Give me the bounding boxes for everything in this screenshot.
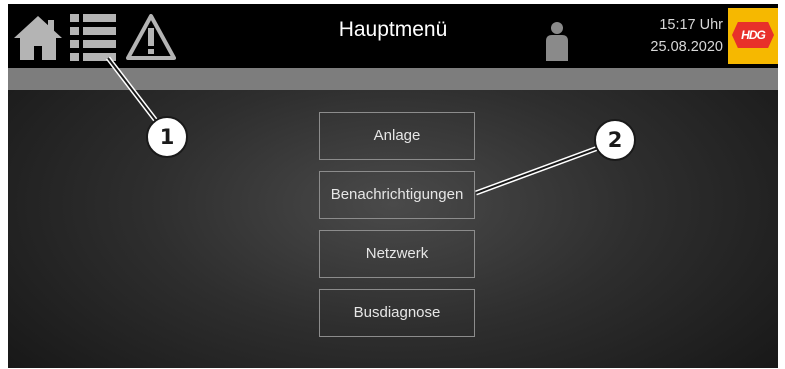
logo-text: HDG xyxy=(741,28,766,42)
display-screen: Hauptmenü 15:17 Uhr 25.08.2020 HDG Anlag… xyxy=(8,4,778,368)
top-bar: Hauptmenü 15:17 Uhr 25.08.2020 HDG xyxy=(8,4,778,68)
date-text: 25.08.2020 xyxy=(650,39,723,55)
callout-marker-2: 2 xyxy=(594,119,636,161)
menu-button-busdiagnose[interactable]: Busdiagnose xyxy=(319,289,475,337)
hdg-logo: HDG xyxy=(728,8,778,64)
clock: 15:17 Uhr 25.08.2020 xyxy=(608,14,723,58)
callout-marker-1: 1 xyxy=(146,116,188,158)
menu-button-benachrichtigungen[interactable]: Benachrichtigungen xyxy=(319,171,475,219)
status-bar xyxy=(8,68,778,90)
user-icon[interactable] xyxy=(543,21,571,61)
time-text: 15:17 Uhr xyxy=(659,17,723,33)
menu-button-netzwerk[interactable]: Netzwerk xyxy=(319,230,475,278)
menu-button-anlage[interactable]: Anlage xyxy=(319,112,475,160)
